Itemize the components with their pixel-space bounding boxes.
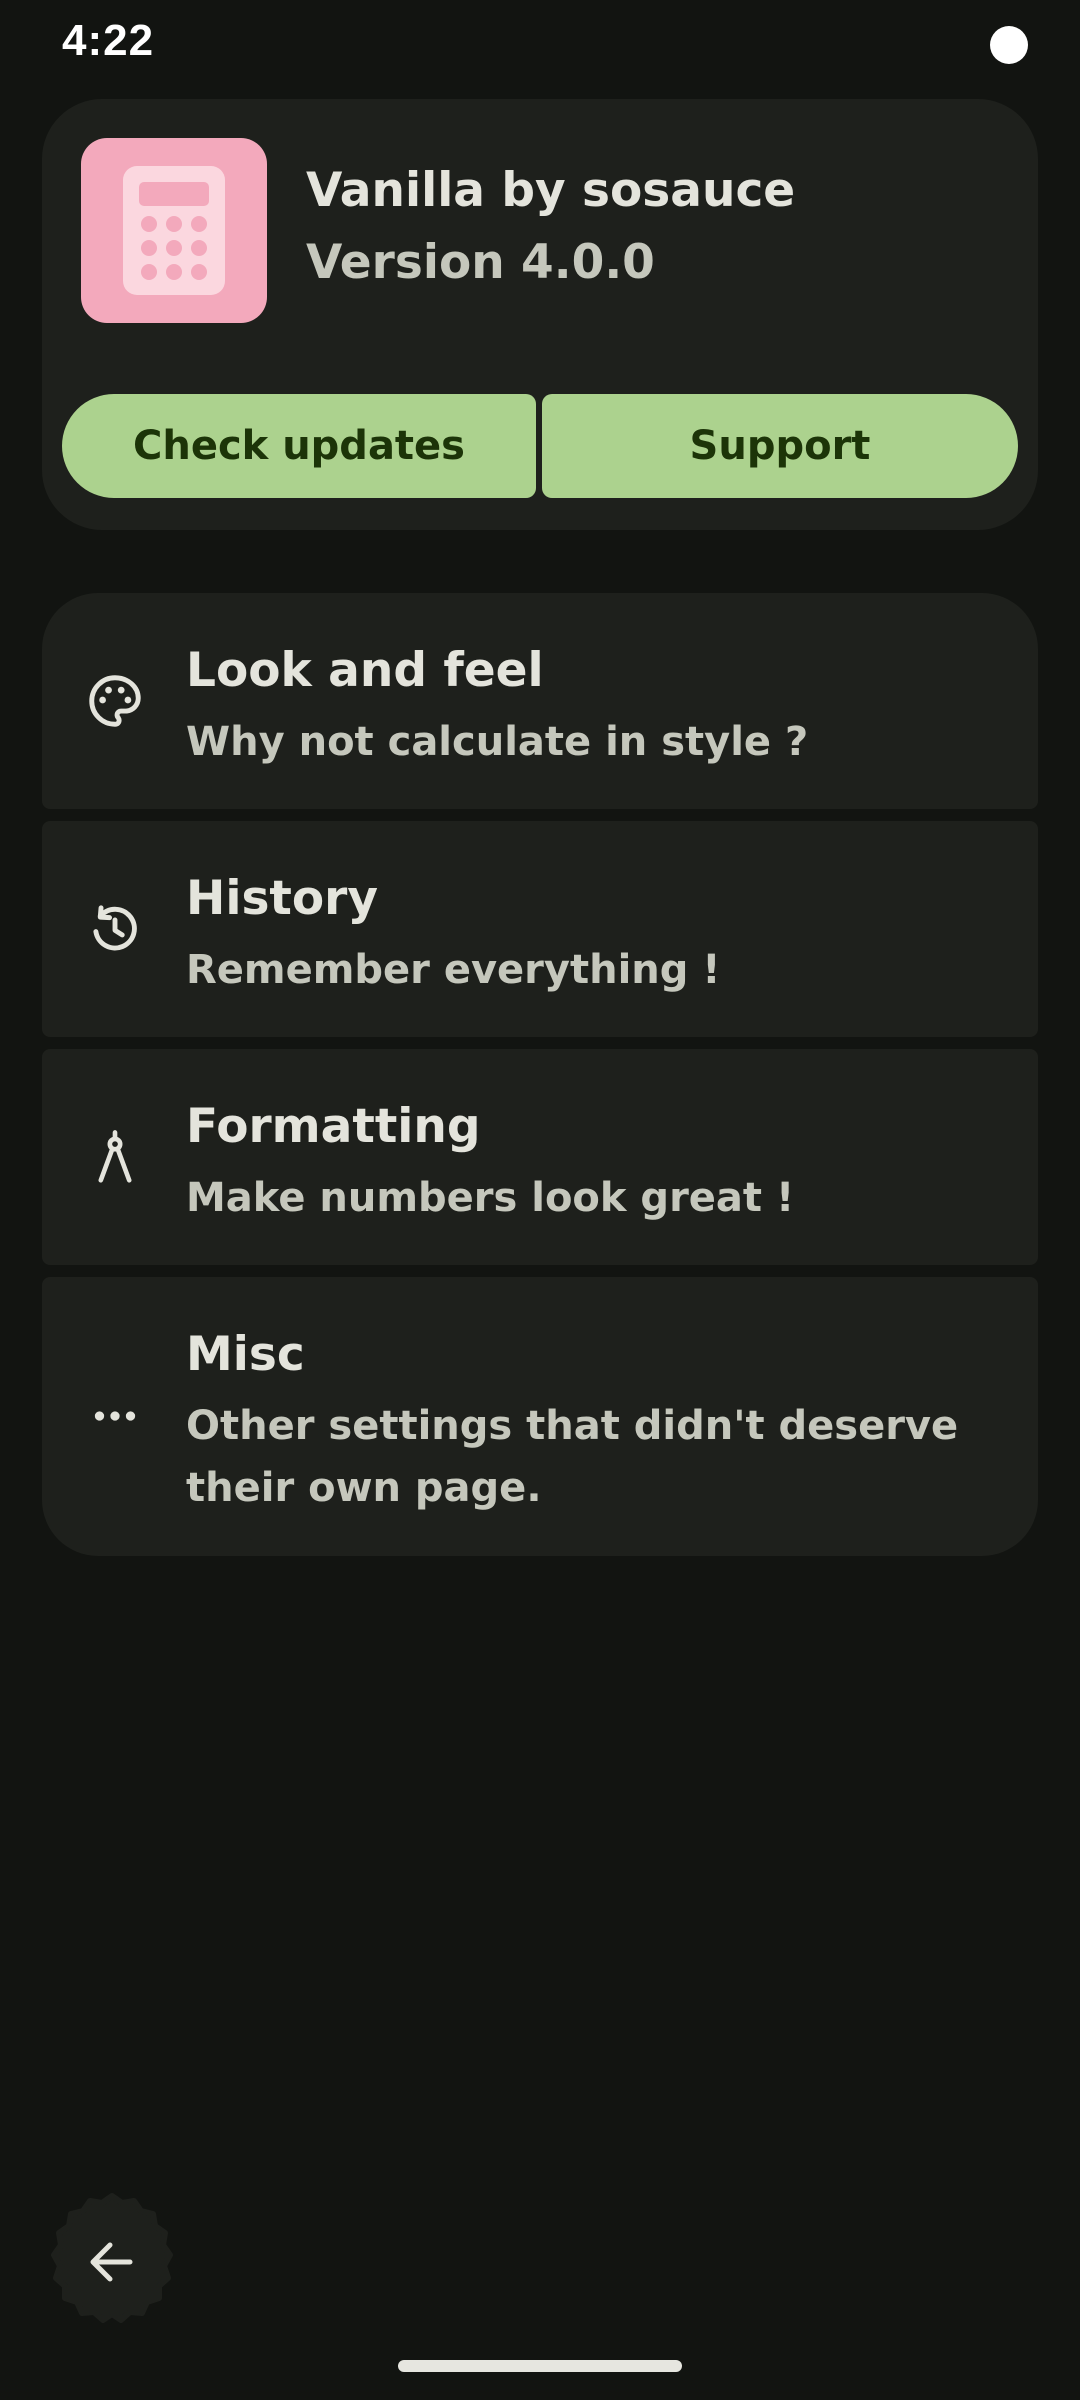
menu-item-title: History [186, 871, 378, 926]
menu-item-title: Formatting [186, 1099, 481, 1154]
back-button[interactable] [42, 2192, 182, 2332]
menu-item-title: Misc [186, 1327, 305, 1382]
menu-item-subtitle: Other settings that didn't deserve their… [186, 1403, 959, 1511]
home-indicator[interactable] [398, 2360, 682, 2372]
menu-item-formatting[interactable]: Formatting Make numbers look great ! [42, 1049, 1038, 1265]
menu-item-subtitle: Make numbers look great ! [186, 1175, 795, 1221]
check-updates-button[interactable]: Check updates [62, 394, 536, 498]
status-bar: 4:22 [0, 0, 1080, 90]
app-name: Vanilla by sosauce [306, 163, 796, 218]
app-version: Version 4.0.0 [306, 235, 655, 290]
app-info-card: Vanilla by sosauce Version 4.0.0 Check u… [42, 99, 1038, 530]
support-button[interactable]: Support [542, 394, 1018, 498]
menu-item-subtitle: Remember everything ! [186, 947, 721, 993]
history-icon [84, 898, 146, 960]
palette-icon [84, 670, 146, 732]
compass-icon [84, 1126, 146, 1188]
more-horiz-icon [84, 1385, 146, 1447]
menu-item-title: Look and feel [186, 643, 544, 698]
menu-item-subtitle: Why not calculate in style ? [186, 719, 809, 765]
status-indicator-icon [990, 26, 1028, 64]
menu-item-history[interactable]: History Remember everything ! [42, 821, 1038, 1037]
menu-item-look-and-feel[interactable]: Look and feel Why not calculate in style… [42, 593, 1038, 809]
calculator-icon [81, 138, 267, 323]
status-time: 4:22 [62, 16, 155, 65]
menu-item-misc[interactable]: Misc Other settings that didn't deserve … [42, 1277, 1038, 1556]
arrow-back-icon [51, 2193, 173, 2323]
